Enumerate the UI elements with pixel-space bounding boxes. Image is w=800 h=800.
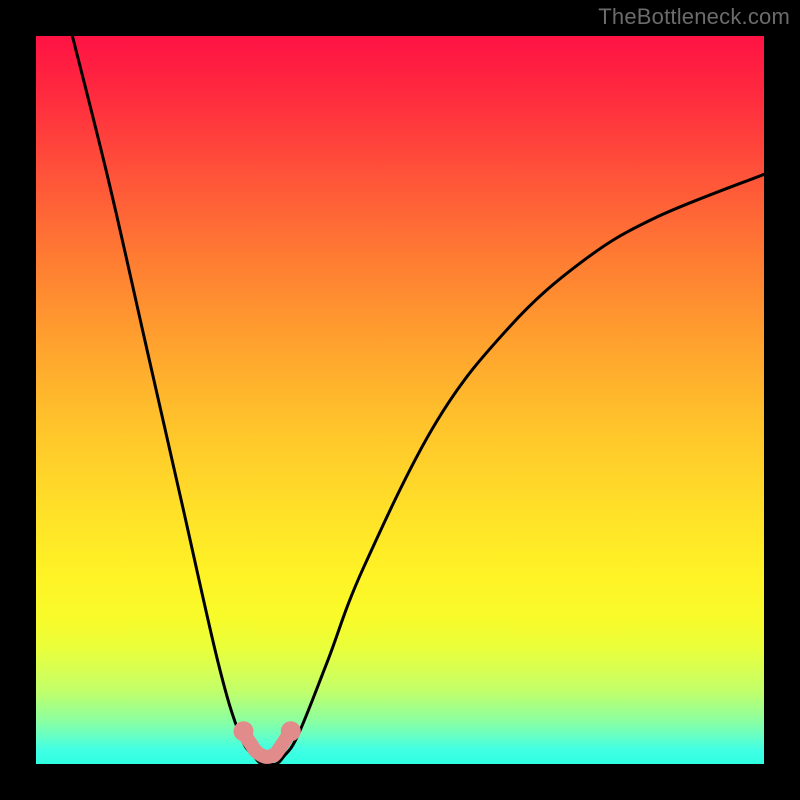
bottleneck-curve <box>72 36 764 765</box>
chart-frame: TheBottleneck.com <box>0 0 800 800</box>
plot-area <box>36 36 764 764</box>
highlight-pink <box>233 721 300 757</box>
curve-layer <box>36 36 764 764</box>
watermark-text: TheBottleneck.com <box>598 4 790 30</box>
